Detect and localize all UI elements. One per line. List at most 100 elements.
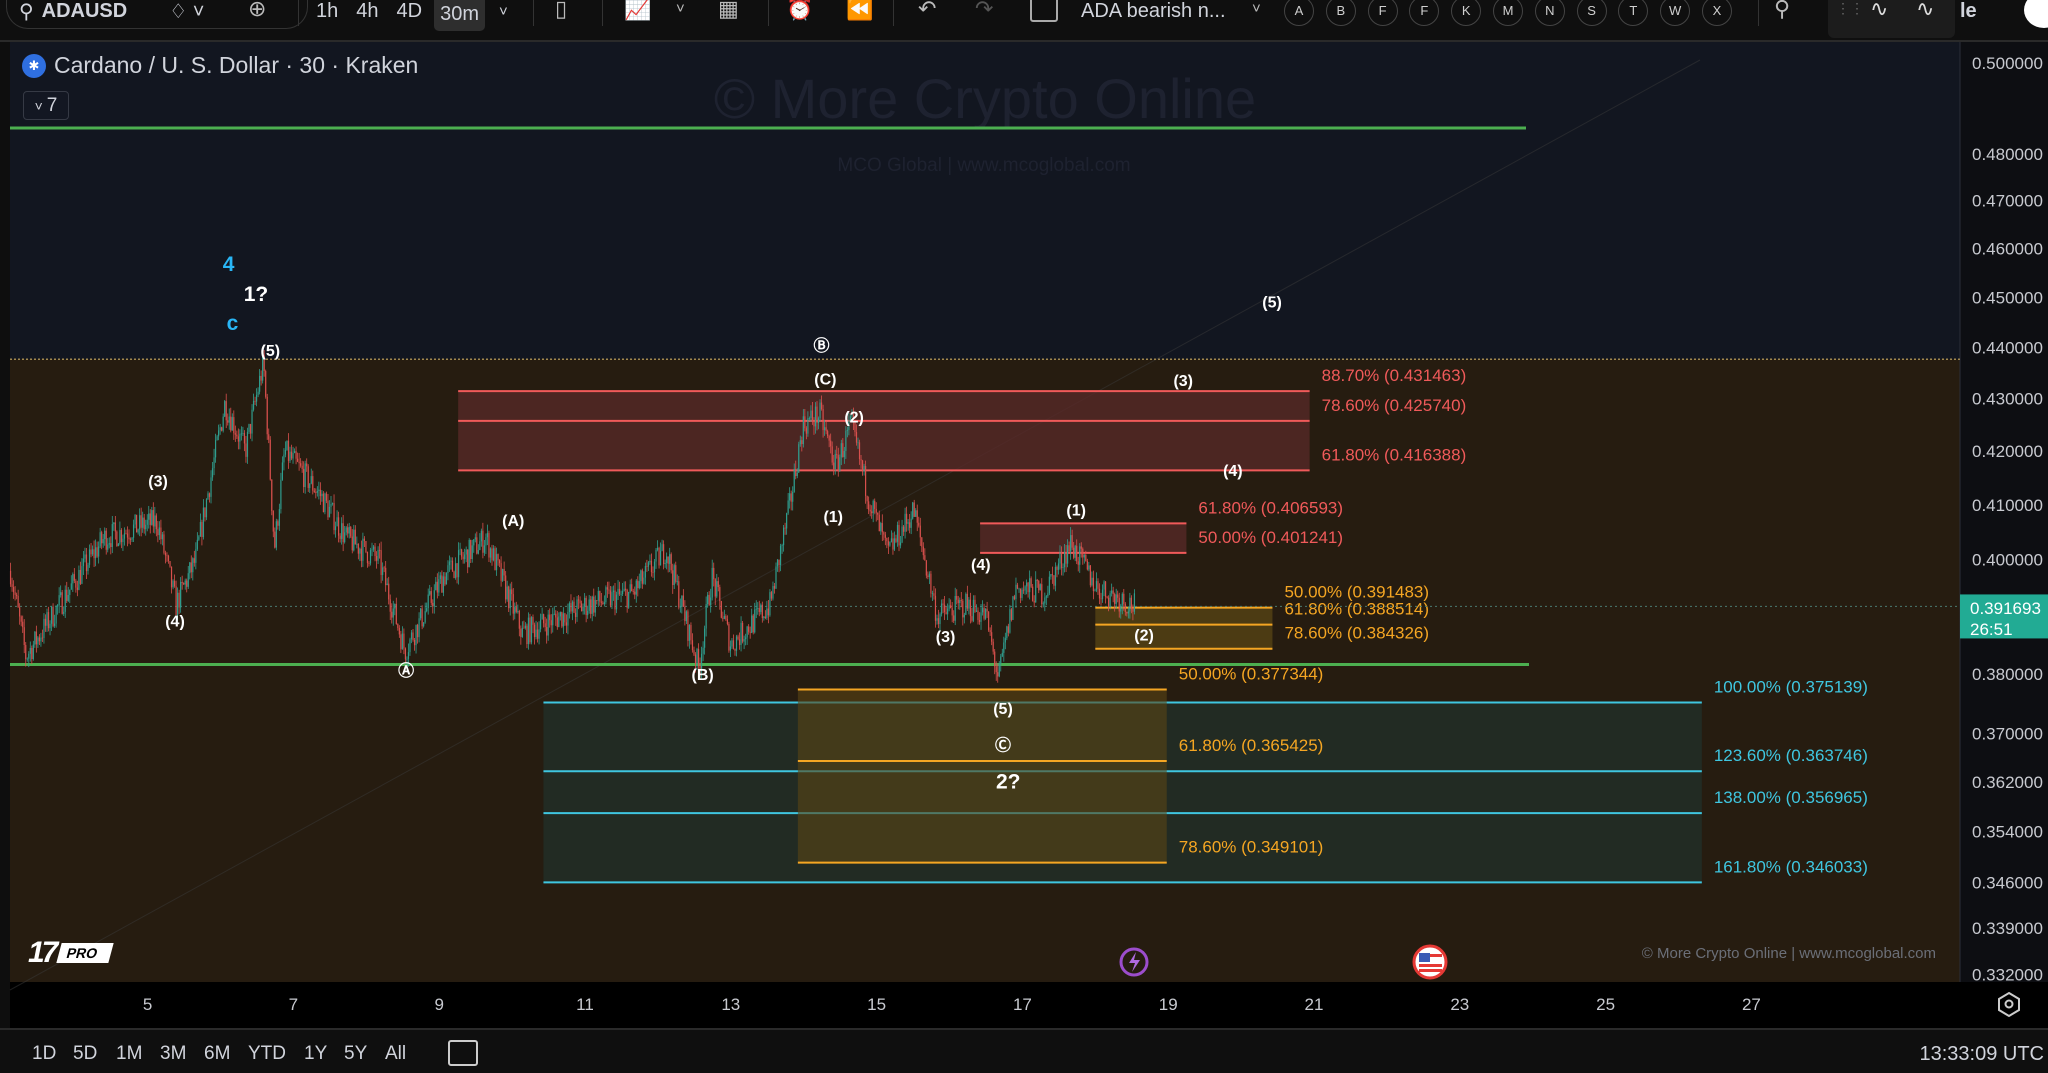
range-3m-button[interactable]: 3M (160, 1043, 186, 1065)
candle-body (658, 547, 660, 566)
candle-body (91, 549, 94, 555)
candle-body (799, 440, 801, 445)
indicators-dropdown-icon[interactable]: ˅ (676, 0, 685, 17)
candle-body (117, 543, 119, 547)
candle-body (681, 595, 683, 607)
candle-body (972, 599, 975, 621)
add-symbol-icon[interactable]: ⊕ (248, 0, 266, 22)
indicators-collapse-button[interactable]: ˅ 7 (23, 91, 69, 120)
candle-body (47, 612, 50, 629)
candle-body (257, 391, 259, 395)
candle-body (778, 559, 780, 566)
hotkey-a-button[interactable]: A (1284, 0, 1314, 26)
candle-body (690, 625, 692, 641)
candle-body (840, 443, 842, 458)
candle-body (1086, 560, 1088, 570)
drag-handle-icon[interactable]: ⋮⋮ (1836, 0, 1864, 17)
candle-body (187, 573, 189, 587)
candle-body (46, 612, 48, 626)
hotkey-t-button[interactable]: T (1618, 0, 1649, 26)
hotkey-n-button[interactable]: N (1534, 0, 1565, 26)
hotkey-w-button[interactable]: W (1660, 0, 1691, 26)
layout-name[interactable]: ADA bearish n... (1081, 0, 1226, 28)
layout-checkbox-icon[interactable] (1030, 0, 1058, 22)
candle-body (650, 560, 653, 573)
candle-body (869, 509, 871, 512)
candle-body (1126, 611, 1128, 614)
candle-body (1010, 609, 1013, 620)
candle (468, 538, 470, 568)
candle (116, 530, 118, 547)
hotkey-x-button[interactable]: X (1702, 0, 1732, 26)
chart-legend[interactable]: ✱ Cardano / U. S. Dollar · 30 · Kraken (22, 52, 418, 79)
candle-body (218, 430, 220, 437)
candles-chart-type-icon[interactable]: ▯ (555, 0, 567, 22)
event-us-flag-icon[interactable] (1412, 944, 1448, 980)
go-to-date-calendar-icon[interactable] (448, 1040, 478, 1066)
interval-4D[interactable]: 4D (391, 0, 429, 23)
candle-body (81, 566, 83, 584)
range-1y-button[interactable]: 1Y (304, 1043, 327, 1065)
undo-icon[interactable]: ↶ (918, 0, 936, 22)
interval-dropdown-icon[interactable]: ˅ (499, 3, 508, 20)
hotkey-k-button[interactable]: K (1451, 0, 1482, 26)
candle-body (386, 583, 388, 586)
hotkey-f-button[interactable]: F (1367, 0, 1398, 26)
range-1d-button[interactable]: 1D (32, 1043, 56, 1065)
symbol-type-icon[interactable]: ♢ ˅ (169, 0, 204, 24)
candle-body (902, 526, 905, 532)
candle-body (599, 591, 601, 602)
hotkey-b-button[interactable]: B (1325, 0, 1356, 26)
range-5d-button[interactable]: 5D (73, 1043, 97, 1065)
interval-30m[interactable]: 30m (434, 0, 485, 31)
price-chart[interactable]: © More Crypto Online MCO Global | www.mc… (0, 0, 2048, 1071)
indicator-template-2-icon[interactable]: ∿ (1916, 0, 1934, 22)
interval-4h[interactable]: 4h (350, 0, 384, 23)
candle-body (1123, 593, 1125, 604)
candle-body (593, 596, 595, 613)
hotkey-m-button[interactable]: M (1493, 0, 1523, 26)
candle-body (347, 527, 349, 534)
candle-body (770, 592, 773, 599)
range-all-button[interactable]: All (385, 1043, 406, 1065)
trade-button[interactable]: le (1960, 0, 1977, 28)
price-axis-label: 0.339000 (1972, 919, 2043, 938)
range-5y-button[interactable]: 5Y (344, 1043, 367, 1065)
range-ytd-button[interactable]: YTD (248, 1043, 286, 1065)
layout-dropdown-icon[interactable]: ˅ (1252, 0, 1261, 17)
tradingview-logo[interactable]: 17 PRO (28, 936, 115, 970)
candle-body (486, 533, 489, 538)
candle-body (254, 400, 256, 402)
watermark-footer: © More Crypto Online | www.mcoglobal.com (1642, 945, 1936, 962)
hotkey-f-button[interactable]: F (1409, 0, 1440, 26)
candle-body (459, 549, 461, 551)
candle-body (356, 543, 358, 545)
candle-body (757, 608, 759, 609)
candle-body (653, 561, 656, 573)
candle-body (719, 587, 721, 602)
interval-1h[interactable]: 1h (310, 0, 344, 23)
candle-body (453, 571, 455, 578)
quick-search-icon[interactable]: ⚲ (1774, 0, 1790, 22)
candle-body (672, 570, 674, 585)
candle-body (529, 617, 531, 643)
candle-body (90, 549, 92, 555)
hotkey-s-button[interactable]: S (1576, 0, 1607, 26)
candle-body (1076, 545, 1078, 562)
candle-body (177, 592, 179, 615)
redo-icon[interactable]: ↷ (975, 0, 993, 22)
indicators-icon[interactable]: 📈 (624, 0, 651, 22)
range-6m-button[interactable]: 6M (204, 1043, 230, 1065)
range-1m-button[interactable]: 1M (116, 1043, 142, 1065)
price-axis-label: 0.380000 (1972, 665, 2043, 684)
candle-body (890, 538, 893, 542)
publish-button[interactable] (2024, 0, 2048, 28)
candle-body (714, 579, 716, 597)
candle-body (515, 607, 517, 612)
indicator-template-icon[interactable]: ∿ (1870, 0, 1888, 22)
alert-icon[interactable]: ⏰ (786, 0, 813, 22)
clock[interactable]: 13:33:09 UTC (1919, 1043, 2044, 1066)
price-axis-label: 0.346000 (1972, 874, 2043, 893)
layouts-grid-icon[interactable]: ▦ (718, 0, 739, 22)
replay-icon[interactable]: ⏪ (846, 0, 873, 22)
